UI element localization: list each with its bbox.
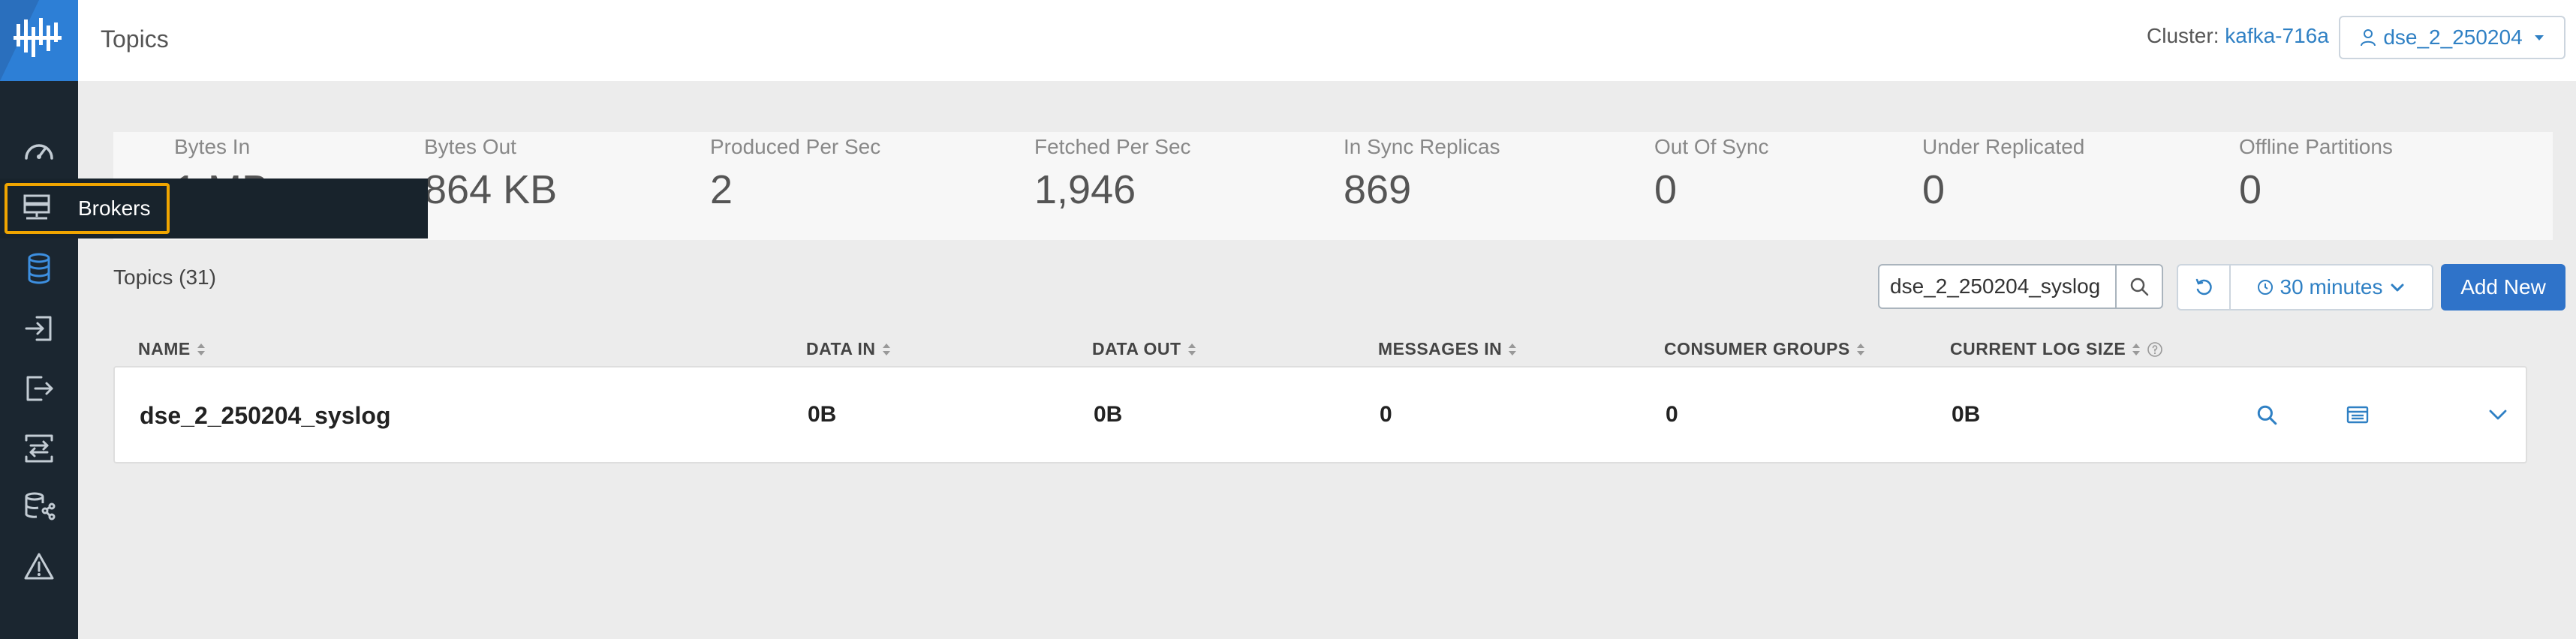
time-range-label: 30 minutes [2280,275,2383,298]
schema-registry-icon [25,492,56,520]
search-button[interactable] [2115,264,2163,309]
nav-consumers[interactable] [0,358,78,418]
cluster-indicator: Cluster: kafka-716a [2147,24,2329,48]
topics-count: Topics (31) [113,266,216,289]
metric-value: 869 [1344,167,1412,212]
consumers-icon [26,376,53,401]
metric-label: Bytes Out [424,135,516,158]
sort-icon [197,343,205,356]
user-name: dse_2_250204 [2383,26,2523,49]
replication-icon [25,434,53,463]
producers-icon [25,316,52,341]
chevron-down-icon [2489,410,2507,420]
top-header: Topics Cluster: kafka-716a dse_2_250204 [78,0,2576,81]
column-header-data-in[interactable]: DATA IN [806,339,891,359]
brokers-tooltip: Brokers [0,178,428,238]
cell-data-out: 0B [1094,402,1123,427]
column-header-data-out[interactable]: DATA OUT [1092,339,1196,359]
topic-search-input[interactable]: dse_2_250204_syslog [1878,264,2117,309]
caret-down-icon [2534,35,2544,40]
cell-consumer-groups: 0 [1666,402,1678,427]
metric-label: Offline Partitions [2239,135,2393,158]
sort-icon [882,343,890,356]
data-explorer-icon [2346,406,2369,424]
page-title: Topics [101,26,169,52]
metric-label: Bytes In [174,135,251,158]
sort-icon [1509,343,1517,356]
chevron-down-icon [2391,284,2404,292]
app-logo[interactable] [0,0,78,81]
cell-log-size: 0B [1952,402,1981,427]
user-icon [2361,29,2376,46]
search-icon [2130,278,2149,296]
dashboard-gauge-icon [25,144,53,160]
metric-value: 1,946 [1034,167,1136,212]
sort-icon [1856,343,1864,356]
refresh-icon [2195,278,2212,296]
refresh-button[interactable] [2177,264,2231,310]
search-icon [2257,405,2277,425]
table-row[interactable]: dse_2_250204_syslog 0B 0B 0 0 0B [113,366,2527,464]
brokers-icon [23,194,50,220]
tooltip-label: Brokers [78,196,151,220]
column-header-consumer-groups[interactable]: CONSUMER GROUPS [1664,339,1865,359]
nav-schema-registry[interactable] [0,477,78,537]
alerts-warning-icon [24,553,54,580]
column-header-current-log-size[interactable]: CURRENT LOG SIZE [1950,339,2163,359]
add-new-button[interactable]: Add New [2441,264,2565,310]
metric-label: Out Of Sync [1654,135,1769,158]
time-range-dropdown[interactable]: 30 minutes [2229,264,2433,310]
user-menu-button[interactable]: dse_2_250204 [2339,16,2565,59]
topics-database-icon [28,253,50,284]
metric-label: Fetched Per Sec [1034,135,1191,158]
topic-name[interactable]: dse_2_250204_syslog [140,402,390,430]
logo-icon [14,18,62,57]
metric-label: In Sync Replicas [1344,135,1500,158]
column-header-name[interactable]: NAME [138,339,206,359]
metric-value: 0 [1922,167,1946,212]
metric-label: Under Replicated [1922,135,2085,158]
metrics-summary: Bytes In 1 MB Bytes Out 864 KB Produced … [113,132,2553,240]
sort-icon [1187,343,1196,356]
nav-producers[interactable] [0,298,78,358]
cell-messages-in: 0 [1380,402,1392,427]
cell-data-in: 0B [808,402,837,427]
metric-label: Produced Per Sec [710,135,881,158]
metric-value: 0 [2239,167,2262,212]
cluster-name-link[interactable]: kafka-716a [2225,24,2329,47]
row-data-explorer-button[interactable] [2340,398,2375,432]
clock-icon [2257,280,2273,295]
metric-value: 864 KB [424,167,558,212]
row-expand-button[interactable] [2481,398,2515,432]
nav-alerts[interactable] [0,537,78,597]
cluster-label: Cluster: [2147,24,2219,47]
sidebar [0,0,78,639]
nav-replication[interactable] [0,418,78,478]
sort-icon [2132,343,2141,356]
nav-dashboard[interactable] [0,122,78,182]
column-header-messages-in[interactable]: MESSAGES IN [1378,339,1517,359]
help-info-icon[interactable] [2147,341,2163,358]
metric-value: 0 [1654,167,1678,212]
nav-topics[interactable] [0,238,78,298]
metric-value: 2 [710,167,733,212]
row-search-button[interactable] [2249,398,2284,432]
